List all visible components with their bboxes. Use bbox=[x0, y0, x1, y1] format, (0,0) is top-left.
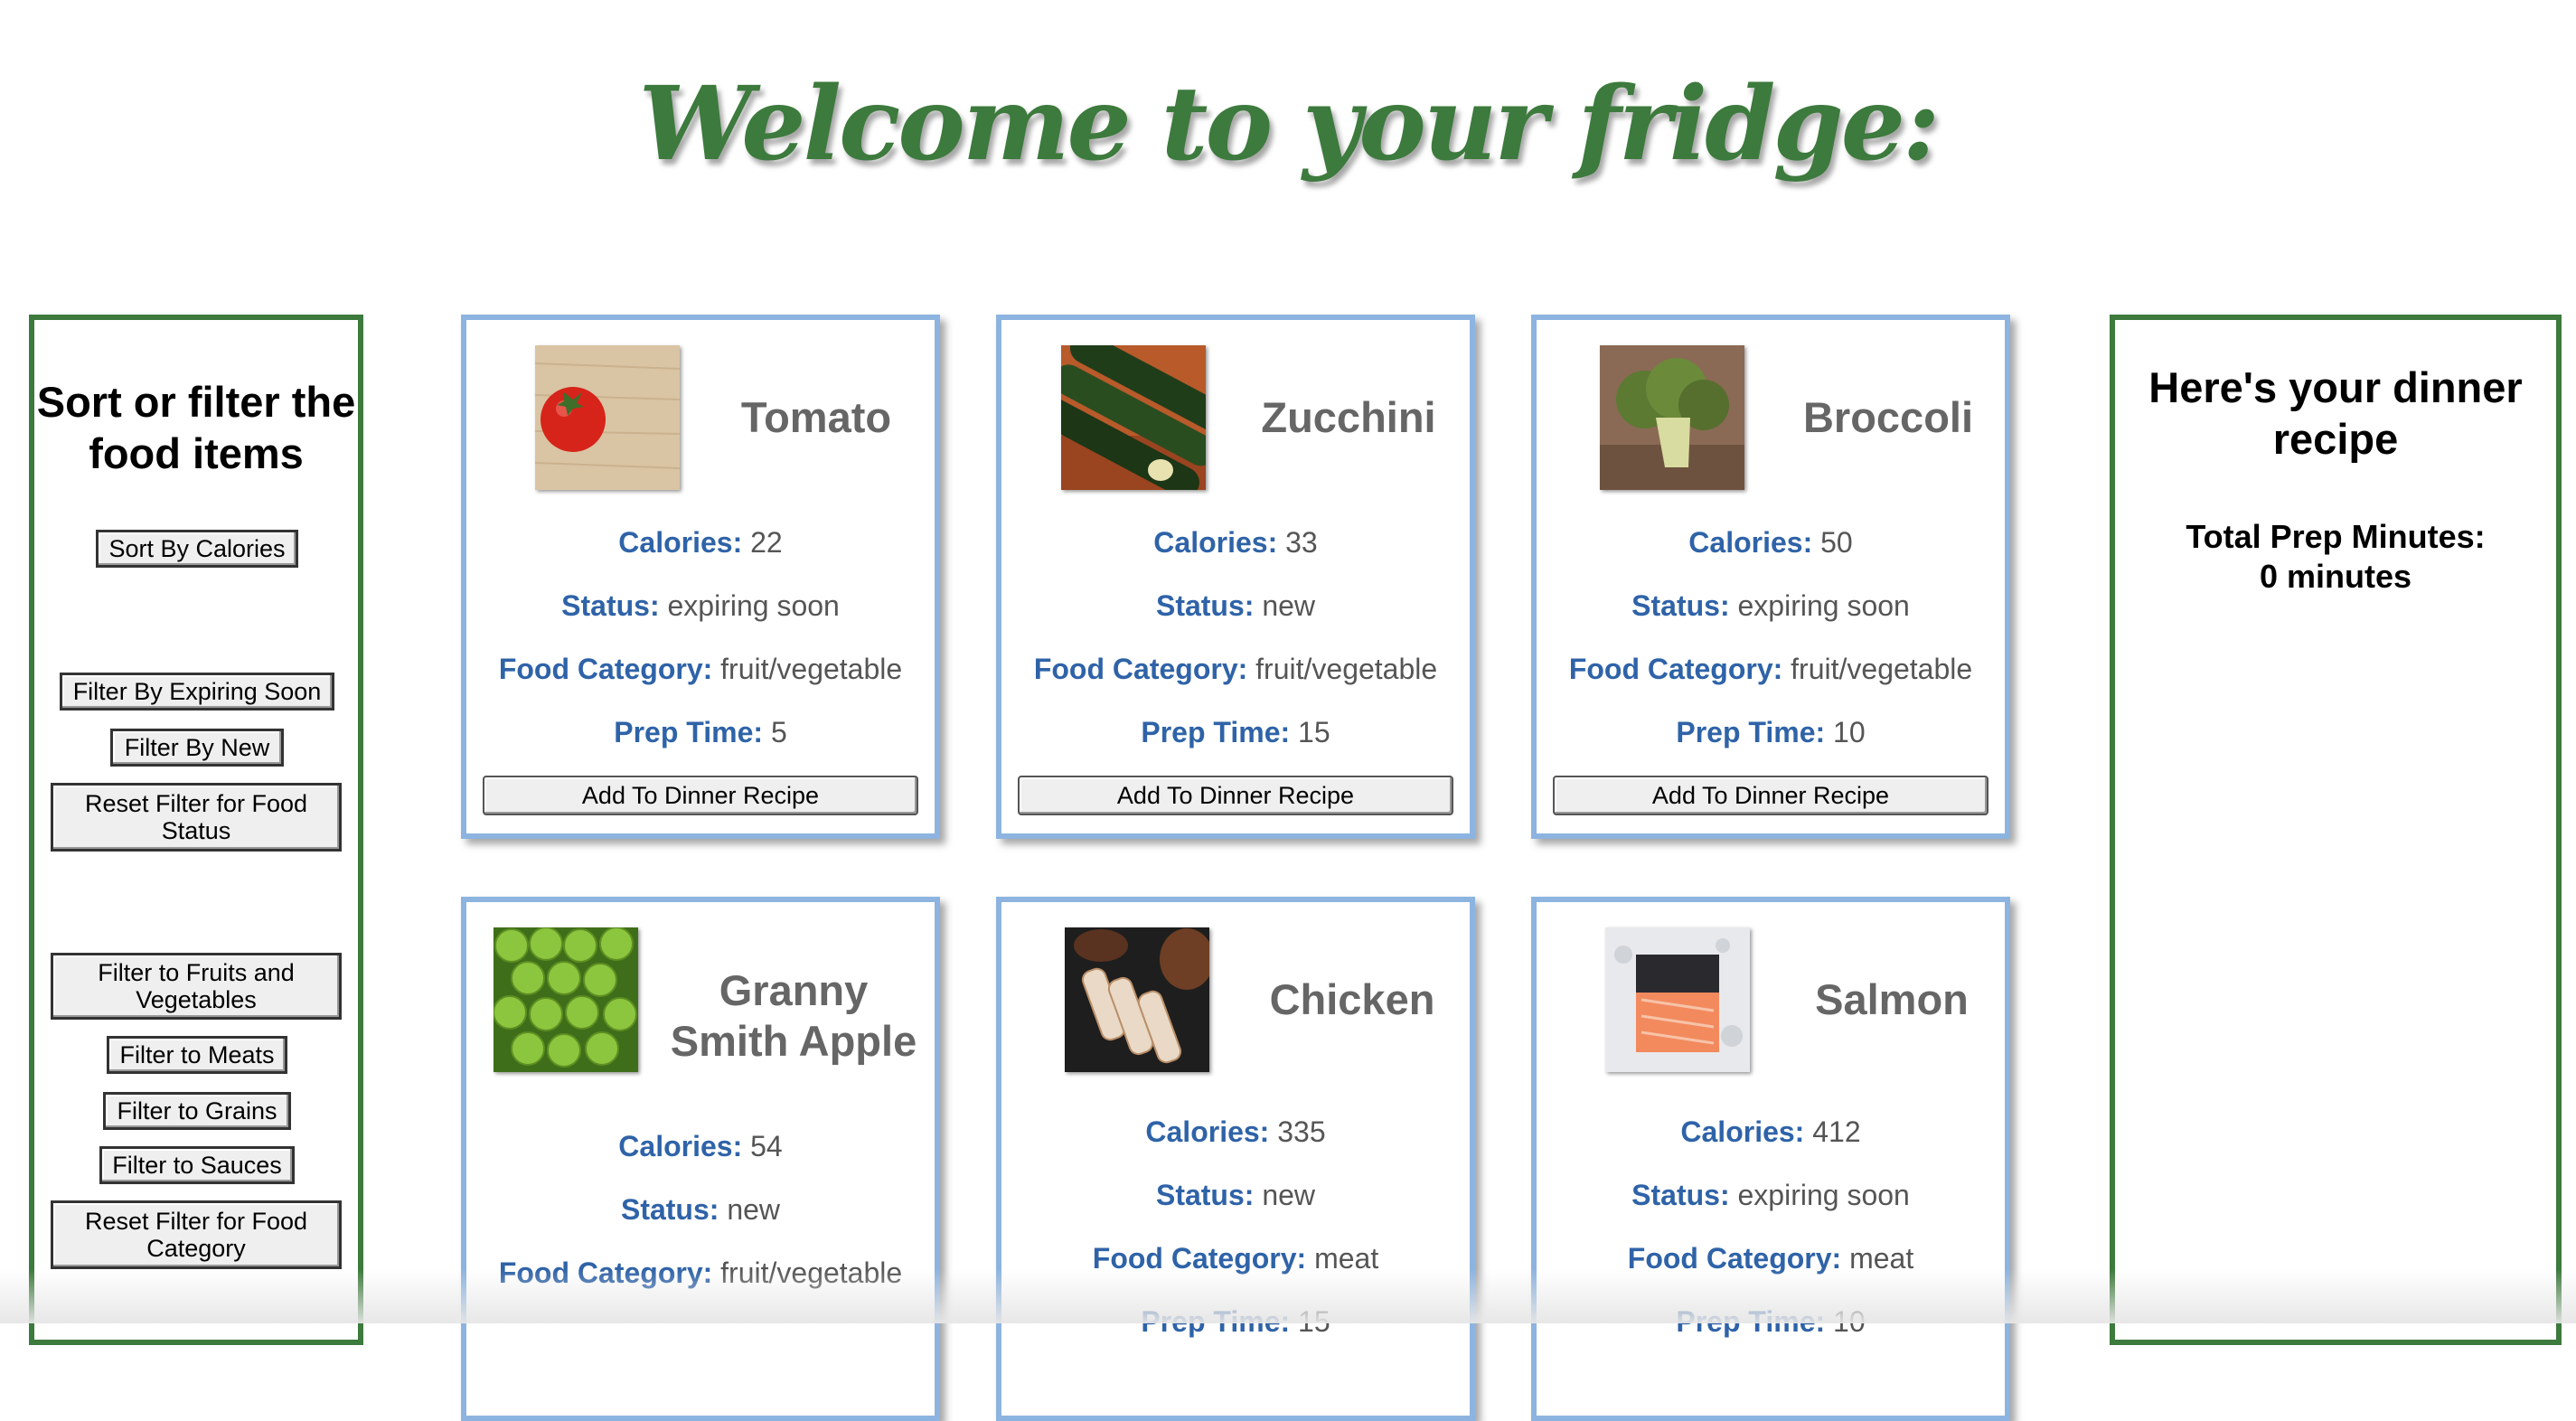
total-prep-minutes: Total Prep Minutes: 0 minutes bbox=[2115, 517, 2556, 597]
food-name: Chicken bbox=[1269, 975, 1435, 1023]
calories-value: 22 bbox=[750, 526, 783, 559]
calories-row: Calories: 33 bbox=[1001, 526, 1470, 560]
calories-label: Calories: bbox=[618, 1130, 743, 1162]
food-name: Zucchini bbox=[1261, 393, 1436, 441]
category-label: Food Category: bbox=[1568, 653, 1783, 685]
prep-row: Prep Time: 5 bbox=[466, 716, 935, 749]
status-label: Status: bbox=[1155, 589, 1255, 622]
filter-panel-heading: Sort or filter the food items bbox=[36, 378, 356, 477]
bottom-fade bbox=[0, 1269, 2576, 1323]
filter-panel: Sort or filter the food items Sort By Ca… bbox=[29, 315, 363, 1345]
calories-label: Calories: bbox=[1153, 526, 1278, 559]
category-value: fruit/vegetable bbox=[1255, 653, 1438, 685]
calories-value: 335 bbox=[1277, 1115, 1326, 1148]
calories-row: Calories: 22 bbox=[466, 526, 935, 560]
food-name: Salmon bbox=[1815, 975, 1969, 1023]
filter-fruits-vegetables-button[interactable]: Filter to Fruits and Vegetables bbox=[51, 953, 342, 1020]
status-value: new bbox=[727, 1193, 781, 1226]
recipe-panel-heading: Here's your dinner recipe bbox=[2148, 363, 2523, 463]
food-card-chicken: Chicken Calories: 335 Status: new Food C… bbox=[996, 897, 1475, 1421]
status-row: Status: expiring soon bbox=[466, 589, 935, 623]
calories-row: Calories: 335 bbox=[1001, 1115, 1470, 1149]
calories-value: 412 bbox=[1812, 1115, 1861, 1148]
prep-value: 15 bbox=[1298, 716, 1330, 748]
calories-value: 54 bbox=[750, 1130, 783, 1162]
total-prep-label: Total Prep Minutes: bbox=[2186, 518, 2486, 555]
status-row: Status: expiring soon bbox=[1537, 1179, 2005, 1212]
filter-sauces-button[interactable]: Filter to Sauces bbox=[99, 1146, 295, 1184]
category-label: Food Category: bbox=[498, 653, 713, 685]
prep-value: 5 bbox=[770, 716, 787, 748]
food-name: Broccoli bbox=[1802, 393, 1974, 441]
page-title: Welcome to your fridge: bbox=[638, 65, 1941, 184]
food-name: Tomato bbox=[740, 393, 892, 441]
prep-row: Prep Time: 10 bbox=[1537, 716, 2005, 749]
reset-status-filter-button[interactable]: Reset Filter for Food Status bbox=[51, 783, 342, 852]
status-label: Status: bbox=[620, 1193, 719, 1226]
category-value: fruit/vegetable bbox=[1791, 653, 1973, 685]
prep-row: Prep Time: 15 bbox=[1001, 716, 1470, 749]
food-card-zucchini: Zucchini Calories: 33 Status: new Food C… bbox=[996, 315, 1475, 839]
recipe-panel: Here's your dinner recipe Total Prep Min… bbox=[2110, 315, 2562, 1345]
food-card-apple: Granny Smith Apple Calories: 54 Status: … bbox=[461, 897, 940, 1421]
prep-label: Prep Time: bbox=[614, 716, 764, 748]
add-to-recipe-button[interactable]: Add To Dinner Recipe bbox=[1018, 776, 1453, 815]
calories-value: 33 bbox=[1285, 526, 1318, 559]
calories-row: Calories: 412 bbox=[1537, 1115, 2005, 1149]
prep-label: Prep Time: bbox=[1676, 716, 1826, 748]
status-value: expiring soon bbox=[667, 589, 840, 622]
zucchini-image bbox=[1061, 345, 1206, 490]
filter-expiring-button[interactable]: Filter By Expiring Soon bbox=[60, 673, 334, 710]
category-row: Food Category: fruit/vegetable bbox=[466, 653, 935, 686]
category-label: Food Category: bbox=[1033, 653, 1248, 685]
calories-value: 50 bbox=[1820, 526, 1853, 559]
status-label: Status: bbox=[1155, 1179, 1255, 1211]
prep-label: Prep Time: bbox=[1141, 716, 1291, 748]
calories-label: Calories: bbox=[618, 526, 743, 559]
food-card-broccoli: Broccoli Calories: 50 Status: expiring s… bbox=[1531, 315, 2010, 839]
status-label: Status: bbox=[1631, 1179, 1730, 1211]
category-value: fruit/vegetable bbox=[720, 653, 903, 685]
category-row: Food Category: fruit/vegetable bbox=[1001, 653, 1470, 686]
calories-label: Calories: bbox=[1688, 526, 1813, 559]
status-row: Status: expiring soon bbox=[1537, 589, 2005, 623]
category-row: Food Category: fruit/vegetable bbox=[1537, 653, 2005, 686]
status-row: Status: new bbox=[1001, 589, 1470, 623]
reset-category-filter-button[interactable]: Reset Filter for Food Category bbox=[51, 1200, 342, 1269]
total-prep-value: 0 minutes bbox=[2259, 558, 2412, 595]
status-value: expiring soon bbox=[1737, 589, 1910, 622]
salmon-image bbox=[1605, 927, 1750, 1072]
chicken-image bbox=[1065, 927, 1209, 1072]
calories-row: Calories: 54 bbox=[466, 1130, 935, 1163]
add-to-recipe-button[interactable]: Add To Dinner Recipe bbox=[1553, 776, 1988, 815]
status-value: new bbox=[1262, 589, 1316, 622]
food-name: Granny Smith Apple bbox=[670, 966, 917, 1065]
prep-value: 10 bbox=[1833, 716, 1866, 748]
filter-grains-button[interactable]: Filter to Grains bbox=[103, 1092, 291, 1130]
status-row: Status: new bbox=[466, 1193, 935, 1227]
add-to-recipe-button[interactable]: Add To Dinner Recipe bbox=[483, 776, 918, 815]
status-row: Status: new bbox=[1001, 1179, 1470, 1212]
apple-image bbox=[494, 927, 638, 1072]
status-value: expiring soon bbox=[1737, 1179, 1910, 1211]
filter-new-button[interactable]: Filter By New bbox=[110, 729, 284, 767]
sort-calories-button[interactable]: Sort By Calories bbox=[96, 530, 298, 568]
status-label: Status: bbox=[1631, 589, 1730, 622]
status-label: Status: bbox=[561, 589, 660, 622]
calories-label: Calories: bbox=[1145, 1115, 1270, 1148]
tomato-image bbox=[535, 345, 680, 490]
filter-meats-button[interactable]: Filter to Meats bbox=[107, 1036, 287, 1074]
calories-row: Calories: 50 bbox=[1537, 526, 2005, 560]
broccoli-image bbox=[1600, 345, 1744, 490]
calories-label: Calories: bbox=[1680, 1115, 1805, 1148]
status-value: new bbox=[1262, 1179, 1316, 1211]
food-card-salmon: Salmon Calories: 412 Status: expiring so… bbox=[1531, 897, 2010, 1421]
food-card-tomato: Tomato Calories: 22 Status: expiring soo… bbox=[461, 315, 940, 839]
